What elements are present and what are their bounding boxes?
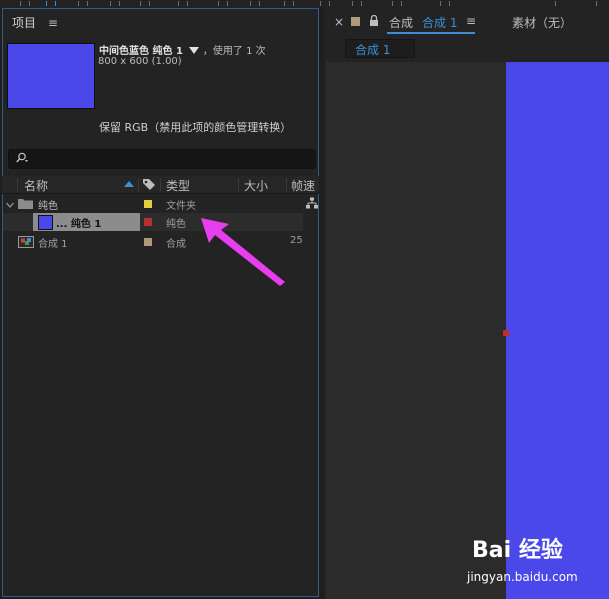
toolbar-tool-icon[interactable] [352,1,362,6]
active-tab-underline [387,32,475,34]
solid-layer[interactable] [506,62,609,599]
item-name: 纯色 [38,201,58,212]
toolbar-tool-icon[interactable] [440,1,450,6]
comp-breadcrumb-label: 合成 1 [355,43,391,57]
layer-anchor-point[interactable] [503,330,509,336]
asset-info-name: 中间色蓝色 纯色 1 ，使用了 1 次 [99,42,266,57]
item-type: 合成 [166,239,186,250]
toolbar-tool-icon[interactable] [392,1,402,6]
item-type: 文件夹 [166,201,196,212]
hamburger-menu-icon[interactable]: ≡ [466,14,476,28]
column-frame-rate[interactable]: 帧速 [291,177,315,194]
project-panel-title: 项目 [12,16,37,30]
column-type[interactable]: 类型 [166,177,190,194]
label-tag-icon[interactable] [142,178,156,194]
footage-tab[interactable]: 素材（无） [512,14,572,31]
chevron-down-icon[interactable] [6,199,14,212]
column-name[interactable]: 名称 [24,177,48,194]
watermark-site: jingyan.baidu.com [467,570,578,584]
comp-label-swatch [351,17,360,26]
solid-preview-thumbnail [7,43,95,109]
project-column-header: 名称 类型 大小 帧速 [2,176,319,194]
asset-usage: ，使用了 1 次 [202,46,266,57]
toolbar-tool-icon[interactable] [284,1,294,6]
item-name: ... 纯色 1 [56,219,102,230]
lock-icon[interactable] [369,14,379,29]
label-color-swatch[interactable] [144,200,152,208]
toolbar-tool-icon[interactable] [178,1,188,6]
triangle-down-icon[interactable] [189,47,200,55]
comp-breadcrumb[interactable]: 合成 1 [345,39,415,58]
composition-icon [18,236,34,251]
toolbar-tool-icon[interactable] [320,1,330,6]
hamburger-menu-icon[interactable]: ≡ [48,16,58,30]
toolbar-tool-icon[interactable] [250,1,260,6]
search-input[interactable] [8,149,316,169]
column-size[interactable]: 大小 [244,177,268,194]
workspace-button[interactable] [555,1,597,6]
toolbar-tool-icon[interactable] [110,1,120,6]
watermark-brand: Bai 经验 [472,538,563,563]
search-icon[interactable] [15,152,29,167]
close-icon[interactable]: × [334,15,344,29]
composition-tab-bar: × 合成 合成 1 ≡ 素材（无） [324,12,609,34]
toolbar-tool-icon[interactable] [140,1,150,6]
comp-tab-prefix[interactable]: 合成 [389,14,413,31]
label-color-swatch[interactable] [144,238,152,246]
item-type: 纯色 [166,219,186,230]
item-name: 合成 1 [38,239,68,250]
selection-tool-icon[interactable] [46,1,56,6]
toolbar-tool-icon[interactable] [218,1,228,6]
sort-ascending-icon[interactable] [124,181,134,187]
toolbar [0,0,609,8]
annotation-arrow-icon [201,218,285,286]
project-panel-tab[interactable]: 项目 ≡ [12,14,58,31]
folder-icon [18,198,33,212]
flowchart-icon[interactable] [306,197,318,212]
solid-swatch-icon [38,215,53,230]
asset-dimensions: 800 x 600 (1.00) [98,56,182,67]
comp-tab-active[interactable]: 合成 1 [422,14,457,31]
toolbar-tool-icon[interactable] [78,1,88,6]
label-color-swatch[interactable] [144,218,152,226]
color-management-note: 保留 RGB（禁用此项的颜色管理转换） [99,121,292,134]
toolbar-tool-icon[interactable] [20,1,30,6]
